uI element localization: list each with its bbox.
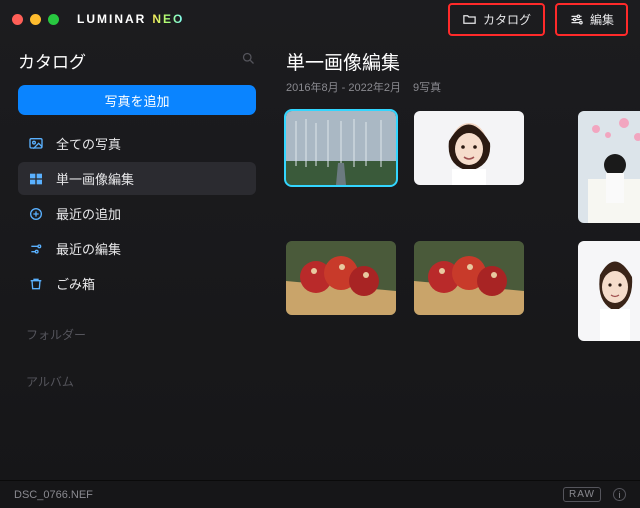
thumb-art — [414, 241, 524, 315]
catalog-tab-label: カタログ — [483, 11, 531, 28]
raw-badge: RAW — [563, 487, 601, 502]
thumbnail-grid — [286, 111, 618, 341]
sidebar-item-label: 単一画像編集 — [56, 169, 134, 188]
titlebar: LUMINAR NEO カタログ 編集 — [0, 0, 640, 38]
sidebar-item-label: 全ての写真 — [56, 134, 121, 153]
sidebar-item-all-photos[interactable]: 全ての写真 — [18, 127, 256, 160]
add-photo-button[interactable]: 写真を追加 — [18, 85, 256, 115]
sidebar-item-recent-add[interactable]: 最近の追加 — [18, 197, 256, 230]
photo-count: 9写真 — [413, 79, 441, 95]
main-subtitle: 2016年8月 - 2022年2月 9写真 — [286, 79, 618, 95]
app-brand: LUMINAR NEO — [77, 12, 184, 26]
maximize-window-button[interactable] — [48, 14, 59, 25]
sidebar-item-trash[interactable]: ごみ箱 — [18, 267, 256, 300]
sliders-icon — [569, 12, 584, 27]
main-panel: 単一画像編集 2016年8月 - 2022年2月 9写真 — [270, 38, 640, 480]
sidebar-item-label: ごみ箱 — [56, 274, 95, 293]
search-button[interactable] — [241, 51, 256, 71]
thumb-art — [578, 111, 640, 223]
window-controls — [12, 14, 59, 25]
sidebar-item-label: 最近の編集 — [56, 239, 121, 258]
catalog-tab[interactable]: カタログ — [452, 6, 541, 33]
status-bar: DSC_0766.NEF RAW i — [0, 480, 640, 508]
app-body: カタログ 写真を追加 全ての写真 単一画像編集 最近の追加 — [0, 38, 640, 480]
folder-icon — [462, 12, 477, 27]
minimize-window-button[interactable] — [30, 14, 41, 25]
thumbnail-5[interactable] — [414, 241, 524, 315]
sidebar-item-single-edit[interactable]: 単一画像編集 — [18, 162, 256, 195]
main-title: 単一画像編集 — [286, 48, 618, 75]
brand-name: LUMINAR — [77, 12, 146, 26]
highlight-edit: 編集 — [555, 3, 628, 36]
sidebar: カタログ 写真を追加 全ての写真 単一画像編集 最近の追加 — [0, 38, 270, 480]
thumb-art — [286, 241, 396, 315]
thumbnail-6[interactable] — [578, 241, 640, 341]
thumb-art — [414, 111, 524, 185]
trash-icon — [28, 276, 44, 292]
status-filename: DSC_0766.NEF — [14, 489, 93, 501]
sidebar-item-label: 最近の追加 — [56, 204, 121, 223]
sidebar-nav: 全ての写真 単一画像編集 最近の追加 最近の編集 ごみ箱 — [18, 127, 256, 300]
brand-sub: NEO — [152, 12, 184, 26]
close-window-button[interactable] — [12, 14, 23, 25]
image-icon — [28, 136, 44, 152]
app-window: LUMINAR NEO カタログ 編集 カタログ 写真 — [0, 0, 640, 508]
thumb-art — [286, 111, 396, 185]
sidebar-item-recent-edit[interactable]: 最近の編集 — [18, 232, 256, 265]
info-button[interactable]: i — [613, 488, 626, 501]
thumbnail-2[interactable] — [414, 111, 524, 185]
plus-circle-icon — [28, 206, 44, 222]
sliders-small-icon — [28, 241, 44, 257]
date-range: 2016年8月 - 2022年2月 — [286, 79, 401, 95]
sidebar-title: カタログ — [18, 48, 86, 73]
thumbnail-4[interactable] — [286, 241, 396, 315]
thumbnail-1[interactable] — [286, 111, 396, 185]
sidebar-header: カタログ — [18, 48, 256, 73]
sidebar-section-albums[interactable]: アルバム — [18, 369, 256, 394]
edit-tab-label: 編集 — [590, 11, 614, 28]
thumbnail-3[interactable] — [578, 111, 640, 223]
edit-tab[interactable]: 編集 — [559, 6, 624, 33]
highlight-catalog: カタログ — [448, 3, 545, 36]
sidebar-section-folders[interactable]: フォルダー — [18, 322, 256, 347]
search-icon — [241, 51, 256, 66]
thumb-art — [578, 241, 640, 341]
grid-icon — [28, 171, 44, 187]
